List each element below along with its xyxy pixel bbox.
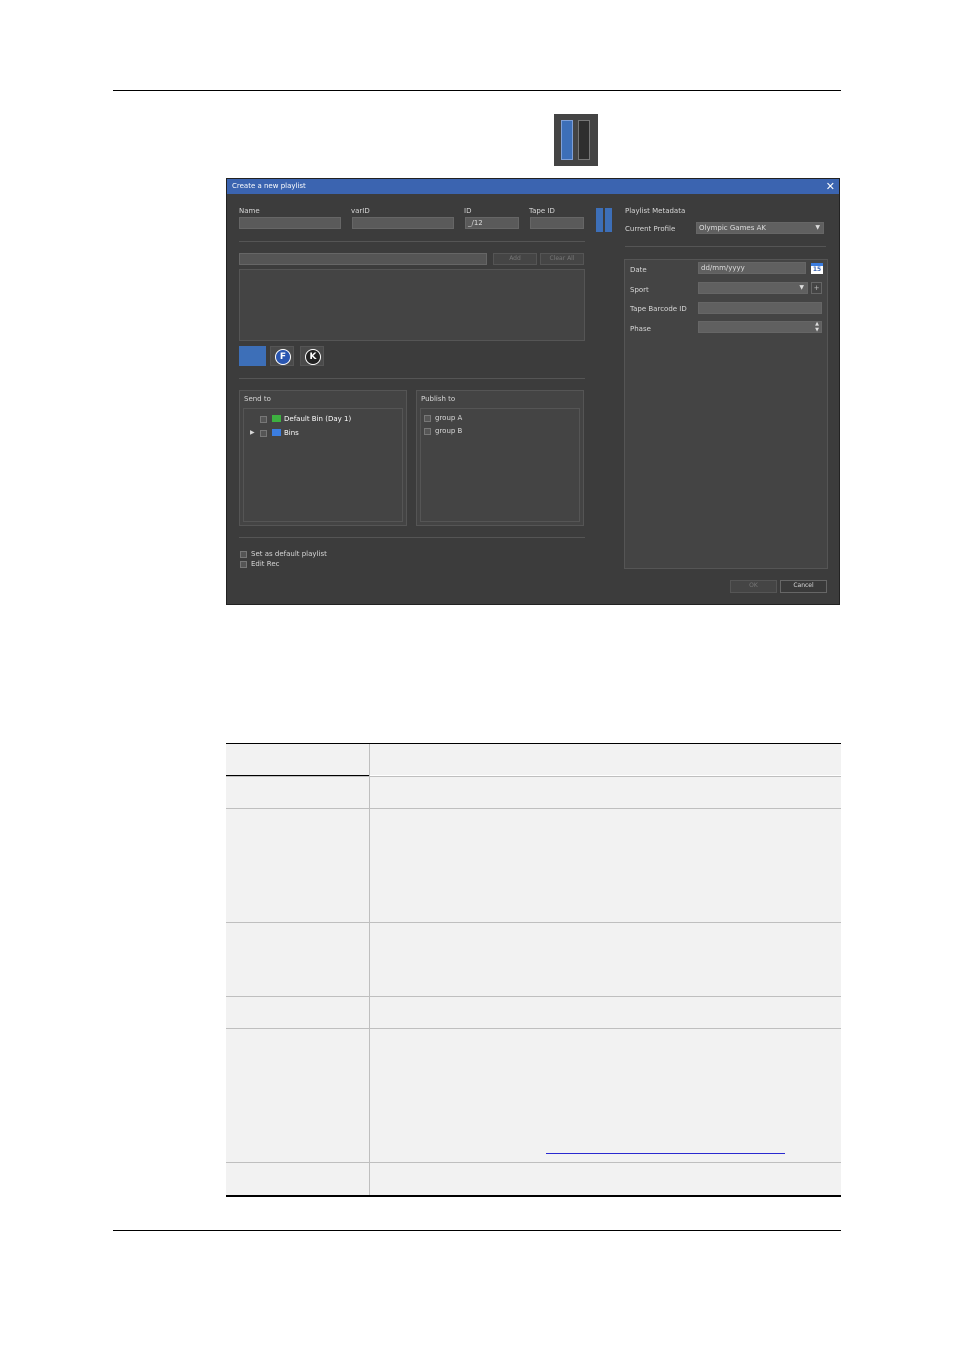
f-icon: F [275,349,291,365]
header-rule [113,90,841,91]
dialog-title: Create a new playlist [232,182,306,190]
expand-arrow-icon[interactable]: ▶ [250,429,255,436]
varid-label: varID [351,207,370,215]
calendar-icon[interactable]: 15 [811,263,823,274]
metadata-title: Playlist Metadata [625,207,686,215]
tape-id-label: Tape ID [529,207,555,215]
k-icon: K [305,349,321,365]
dialog-titlebar: Create a new playlist ✕ [227,179,839,194]
send-default-bin-checkbox[interactable] [260,416,267,423]
profile-select[interactable]: Olympic Games AK ▼ [696,222,824,234]
publish-to-title: Publish to [421,395,456,403]
chevron-down-icon: ▼ [815,224,820,231]
send-item-bins[interactable]: Bins [284,429,299,437]
phase-label: Phase [630,325,651,333]
publish-item-group-b[interactable]: group B [435,427,462,435]
add-button[interactable]: Add [493,253,537,265]
default-playlist-label: Set as default playlist [251,550,327,558]
varid-input[interactable] [352,217,454,229]
date-label: Date [630,266,647,274]
table-row [226,777,841,808]
link-underline[interactable] [546,1153,785,1154]
tape-id-input[interactable] [530,217,584,229]
layout-toggle-icon [554,114,598,166]
calendar-day: 15 [812,266,822,273]
table-header [226,744,841,775]
date-input[interactable]: dd/mm/yyyy [698,262,806,274]
footer-rule [113,1230,841,1231]
send-bins-checkbox[interactable] [260,430,267,437]
profile-value: Olympic Games AK [699,224,766,232]
sport-select[interactable]: ▼ [698,282,808,294]
folder-green-icon [272,415,281,422]
name-input[interactable] [239,217,341,229]
chevron-down-icon: ▼ [799,284,804,291]
channel-k-button[interactable]: K [300,346,324,366]
id-label: ID [464,207,472,215]
send-item-default-bin[interactable]: Default Bin (Day 1) [284,415,351,423]
panel-toggle-icon[interactable] [596,208,613,232]
name-label: Name [239,207,260,215]
stepper-arrows-icon[interactable]: ▲ ▼ [815,321,819,333]
send-to-panel: Send to Default Bin (Day 1) ▶ Bins [239,390,407,526]
table-row [226,997,841,1028]
ok-button[interactable]: OK [730,580,777,593]
edit-rec-label: Edit Rec [251,560,280,568]
send-to-title: Send to [244,395,271,403]
clip-list[interactable] [239,269,585,341]
default-playlist-checkbox[interactable] [240,551,247,558]
sport-label: Sport [630,286,649,294]
clip-search-input[interactable] [239,253,487,265]
tape-barcode-input[interactable] [698,302,822,314]
folder-blue-icon [272,429,281,436]
table-row [226,809,841,922]
phase-stepper[interactable]: ▲ ▼ [698,321,822,333]
create-playlist-dialog: Create a new playlist ✕ Name varID ID _/… [226,178,840,605]
publish-group-b-checkbox[interactable] [424,428,431,435]
clear-all-button[interactable]: Clear All [540,253,584,265]
edit-rec-checkbox[interactable] [240,561,247,568]
publish-to-panel: Publish to group A group B [416,390,584,526]
table-row [226,1163,841,1195]
metadata-panel: Date dd/mm/yyyy 15 Sport ▼ + Tape Barcod… [624,259,828,569]
channel-f-button[interactable]: F [270,346,294,366]
channel-a-button[interactable] [239,346,266,366]
close-icon[interactable]: ✕ [826,180,835,193]
id-input[interactable]: _/12 [465,217,519,229]
table-row [226,923,841,996]
publish-item-group-a[interactable]: group A [435,414,462,422]
table-row [226,1029,841,1162]
add-sport-icon[interactable]: + [811,282,822,294]
cancel-button[interactable]: Cancel [780,580,827,593]
publish-group-a-checkbox[interactable] [424,415,431,422]
current-profile-label: Current Profile [625,225,676,233]
tape-barcode-label: Tape Barcode ID [630,305,687,313]
